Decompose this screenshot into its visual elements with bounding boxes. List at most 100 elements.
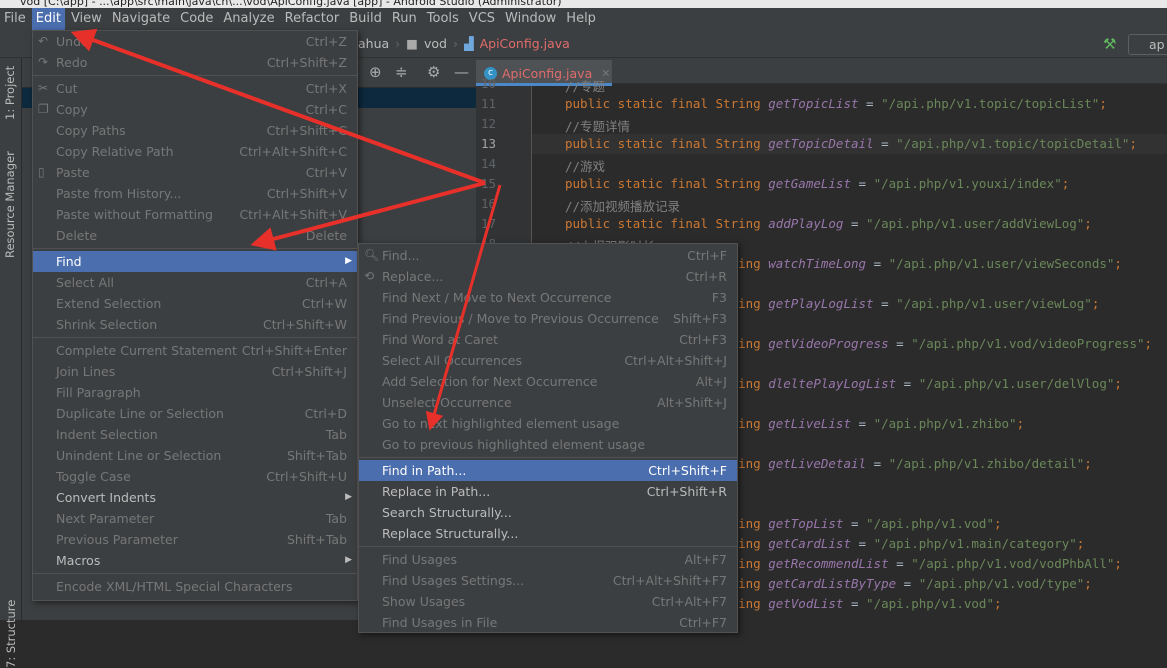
code-line: public static final String getTopicList … — [565, 96, 1107, 111]
locate-icon[interactable]: ⊕ — [369, 63, 382, 81]
menu-item-join-lines[interactable]: Join Lines Ctrl+Shift+J — [33, 361, 357, 382]
replace-icon: ⟲ — [364, 269, 375, 283]
menu-item-find-usages[interactable]: Find Usages Alt+F7 — [359, 549, 737, 570]
menu-item-select-all[interactable]: Select All Ctrl+A — [33, 272, 357, 293]
menu-item-search-structurally[interactable]: Search Structurally... — [359, 502, 737, 523]
menu-item-copy[interactable]: ❐ Copy Ctrl+C — [33, 99, 357, 120]
menu-item-paste[interactable]: ▯ Paste Ctrl+V — [33, 162, 357, 183]
menu-item-shortcut: Ctrl+C — [305, 102, 347, 117]
menu-item-go-to-next-highlighted-element-usage[interactable]: Go to next highlighted element usage — [359, 413, 737, 434]
tool-tab-resource-manager[interactable]: Resource Manager — [3, 151, 17, 258]
code-string: "/api.php/v1.vod" — [866, 596, 994, 611]
menu-item-shrink-selection[interactable]: Shrink Selection Ctrl+Shift+W — [33, 314, 357, 335]
menu-item-find-word-at-caret[interactable]: Find Word at Caret Ctrl+F3 — [359, 329, 737, 350]
menu-item-label: Fill Paragraph — [56, 385, 141, 400]
menu-item-label: Replace in Path... — [382, 484, 491, 499]
run-config-select[interactable]: ap — [1128, 34, 1167, 55]
menu-item-paste-without-formatting[interactable]: Paste without Formatting Ctrl+Alt+Shift+V — [33, 204, 357, 225]
menu-item-duplicate-line-or-selection[interactable]: Duplicate Line or Selection Ctrl+D — [33, 403, 357, 424]
menu-item-paste-from-history[interactable]: Paste from History... Ctrl+Shift+V — [33, 183, 357, 204]
menu-tools[interactable]: Tools — [423, 8, 463, 30]
menu-item-shortcut: Ctrl+Alt+F7 — [651, 594, 727, 609]
menu-item-find-usages-in-file[interactable]: Find Usages in File Ctrl+F7 — [359, 612, 737, 633]
menu-item-shortcut: F3 — [711, 290, 727, 305]
menu-item-next-parameter[interactable]: Next Parameter Tab — [33, 508, 357, 529]
breadcrumb-item[interactable]: ahua — [358, 36, 389, 51]
submenu-arrow-icon: ▶ — [345, 492, 352, 502]
menu-item-indent-selection[interactable]: Indent Selection Tab — [33, 424, 357, 445]
menu-item-select-all-occurrences[interactable]: Select All Occurrences Ctrl+Alt+Shift+J — [359, 350, 737, 371]
code-comment: //游戏 — [565, 159, 606, 174]
menu-item-label: Go to previous highlighted element usage — [382, 437, 646, 452]
menu-code[interactable]: Code — [176, 8, 217, 30]
menu-item-shortcut: Alt+F7 — [684, 552, 727, 567]
window-title: vod [C:\app] - ...\app\src\main\java\cn\… — [0, 0, 1167, 8]
menu-item-shortcut: Shift+Tab — [286, 448, 347, 463]
menu-item-extend-selection[interactable]: Extend Selection Ctrl+W — [33, 293, 357, 314]
menu-vcs[interactable]: VCS — [465, 8, 499, 30]
menu-edit[interactable]: Edit — [31, 8, 65, 30]
menu-item-label: Indent Selection — [56, 427, 158, 442]
menu-item-replace[interactable]: ⟲ Replace... Ctrl+R — [359, 266, 737, 287]
code-line: public static final String getTopicDetai… — [565, 136, 1137, 151]
menu-item-find[interactable]: 🔍︎ Find... Ctrl+F — [359, 245, 737, 266]
menu-item-copy-relative-path[interactable]: Copy Relative Path Ctrl+Alt+Shift+C — [33, 141, 357, 162]
menu-item-find-in-path[interactable]: Find in Path... Ctrl+Shift+F — [359, 460, 737, 481]
menu-item-cut[interactable]: ✂ Cut Ctrl+X — [33, 78, 357, 99]
breadcrumb-item[interactable]: vod — [424, 36, 447, 51]
menu-item-copy-paths[interactable]: Copy Paths Ctrl+Shift+C — [33, 120, 357, 141]
menu-item-replace-in-path[interactable]: Replace in Path... Ctrl+Shift+R — [359, 481, 737, 502]
menu-item-find-next-move-to-next-occurrence[interactable]: Find Next / Move to Next Occurrence F3 — [359, 287, 737, 308]
menu-item-fill-paragraph[interactable]: Fill Paragraph — [33, 382, 357, 403]
menu-item-delete[interactable]: Delete Delete — [33, 225, 357, 246]
menu-refactor[interactable]: Refactor — [281, 8, 344, 30]
menu-item-toggle-case[interactable]: Toggle Case Ctrl+Shift+U — [33, 466, 357, 487]
menu-item-redo[interactable]: ↷ Redo Ctrl+Shift+Z — [33, 52, 357, 73]
menu-item-label: Go to next highlighted element usage — [382, 416, 620, 431]
menu-item-show-usages[interactable]: Show Usages Ctrl+Alt+F7 — [359, 591, 737, 612]
menu-item-find-usages-settings[interactable]: Find Usages Settings... Ctrl+Alt+Shift+F7 — [359, 570, 737, 591]
menu-item-shortcut: Tab — [325, 511, 347, 526]
menu-item-label: Select All Occurrences — [382, 353, 522, 368]
menu-navigate[interactable]: Navigate — [108, 8, 174, 30]
menu-item-label: Copy Relative Path — [56, 144, 174, 159]
menu-item-macros[interactable]: Macros ▶ — [33, 550, 357, 571]
menu-item-label: Find Next / Move to Next Occurrence — [382, 290, 612, 305]
menu-item-label: Cut — [56, 81, 78, 96]
tool-tab-structure[interactable]: 7: Structure — [4, 600, 18, 668]
menu-item-complete-current-statement[interactable]: Complete Current Statement Ctrl+Shift+Ent… — [33, 340, 357, 361]
menu-item-unselect-occurrence[interactable]: Unselect Occurrence Alt+Shift+J — [359, 392, 737, 413]
menu-item-go-to-previous-highlighted-element-usage[interactable]: Go to previous highlighted element usage — [359, 434, 737, 455]
menu-file[interactable]: File — [0, 8, 30, 30]
gear-icon[interactable]: ⚙ — [427, 63, 440, 81]
menu-item-undo[interactable]: ↶ Undo Ctrl+Z — [33, 31, 357, 52]
menu-run[interactable]: Run — [388, 8, 421, 30]
collapse-icon[interactable]: ≑ — [395, 63, 408, 81]
menu-view[interactable]: View — [67, 8, 106, 30]
menu-item-unindent-line-or-selection[interactable]: Unindent Line or Selection Shift+Tab — [33, 445, 357, 466]
menu-item-shortcut: Ctrl+Shift+F — [648, 463, 727, 478]
menu-item-shortcut: Ctrl+D — [304, 406, 347, 421]
menu-item-label: Unindent Line or Selection — [56, 448, 222, 463]
code-string: "/api.php/v1.vod/videoProgress" — [911, 336, 1145, 351]
menu-item-find-previous-move-to-previous-occurrence[interactable]: Find Previous / Move to Previous Occurre… — [359, 308, 737, 329]
menu-item-convert-indents[interactable]: Convert Indents ▶ — [33, 487, 357, 508]
menu-window[interactable]: Window — [501, 8, 560, 30]
menu-help[interactable]: Help — [562, 8, 600, 30]
minimize-icon[interactable]: — — [454, 63, 469, 81]
tool-tab-project[interactable]: 1: Project — [3, 66, 17, 120]
hammer-icon[interactable]: ⚒ — [1103, 35, 1116, 53]
menu-item-find[interactable]: Find ▶ — [33, 251, 357, 272]
undo-icon: ↶ — [38, 34, 49, 48]
menu-item-encode-xml-html-special-characters[interactable]: Encode XML/HTML Special Characters — [33, 576, 357, 597]
menu-item-previous-parameter[interactable]: Previous Parameter Shift+Tab — [33, 529, 357, 550]
menu-item-label: Replace... — [382, 269, 444, 284]
breadcrumb-item[interactable]: ApiConfig.java — [480, 36, 570, 51]
menu-item-label: Add Selection for Next Occurrence — [382, 374, 598, 389]
menu-analyze[interactable]: Analyze — [219, 8, 278, 30]
menu-item-add-selection-for-next-occurrence[interactable]: Add Selection for Next Occurrence Alt+J — [359, 371, 737, 392]
menu-build[interactable]: Build — [345, 8, 386, 30]
menu-item-replace-structurally[interactable]: Replace Structurally... — [359, 523, 737, 544]
menu-item-label: Next Parameter — [56, 511, 155, 526]
menu-item-shortcut: Ctrl+F — [687, 248, 727, 263]
